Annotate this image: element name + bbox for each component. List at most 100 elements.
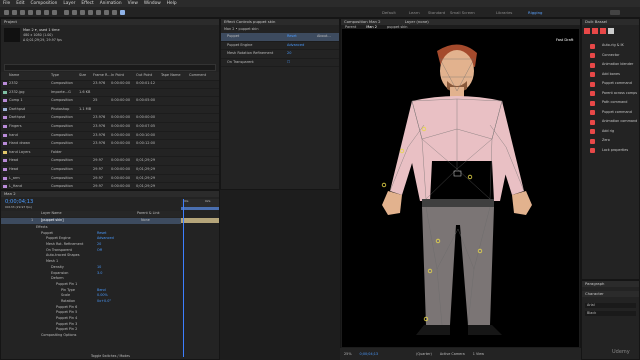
pen-tool-icon[interactable] xyxy=(72,10,77,15)
camera-select[interactable]: Active Camera xyxy=(440,352,465,356)
project-item[interactable]: Hand drawn Composition 23.976 0:00:00:00 0:0… xyxy=(1,140,219,149)
duik-settings-icon[interactable] xyxy=(608,28,614,34)
duik-tool-item[interactable]: Connector xyxy=(582,51,639,61)
label-color-chip[interactable] xyxy=(3,142,7,146)
col-parent[interactable]: Parent & Link xyxy=(137,211,160,217)
project-item[interactable]: L_arm Composition 29.97 0:00:00:00 0;01;29;2… xyxy=(1,175,219,184)
effect-property-value[interactable]: Advanced xyxy=(287,42,304,50)
project-item[interactable]: Darthpsd Composition 23.976 0:00:00:00 0:00:… xyxy=(1,114,219,123)
duik-tool-item[interactable]: Lock properties xyxy=(582,146,639,156)
duik-tool-item[interactable]: Animation blender xyxy=(582,60,639,70)
effect-property-value[interactable]: Reset xyxy=(287,33,297,41)
menu-animation[interactable]: Animation xyxy=(100,1,122,6)
resolution-select[interactable]: (Quarter) xyxy=(416,352,432,356)
menu-help[interactable]: Help xyxy=(167,1,177,6)
font-style-select[interactable]: Black xyxy=(585,311,636,316)
project-item[interactable]: Fingers Composition 23.976 0:00:00:00 0:00:0… xyxy=(1,123,219,132)
workspace-small-screen[interactable]: Small Screen xyxy=(450,10,475,15)
workspace-libraries[interactable]: Libraries xyxy=(496,10,512,15)
pan-behind-tool-icon[interactable] xyxy=(52,10,57,15)
paragraph-tab[interactable]: Paragraph xyxy=(582,281,639,287)
duik-bone-icon[interactable] xyxy=(592,28,598,34)
duik-tool-item[interactable]: Parent across comps xyxy=(582,89,639,99)
puppet-tool-icon[interactable] xyxy=(120,10,125,15)
label-color-chip[interactable] xyxy=(3,116,7,120)
project-item[interactable]: Head Composition 29.97 0:00:00:00 0;01;29;29 xyxy=(1,157,219,166)
effect-about-link[interactable]: About... xyxy=(317,33,331,41)
camera-tool-icon[interactable] xyxy=(44,10,49,15)
workspace-standard[interactable]: Standard xyxy=(428,10,445,15)
timeline-tab[interactable]: Man 2 xyxy=(1,191,219,197)
project-tab[interactable]: Project xyxy=(1,19,219,25)
duik-tool-item[interactable]: Path command xyxy=(582,98,639,108)
project-item[interactable]: L_Hand Composition 29.97 0:00:00:00 0;01;29;… xyxy=(1,183,219,189)
duik-tool-item[interactable]: Add rig xyxy=(582,127,639,137)
layer-duration-bar[interactable] xyxy=(181,218,219,223)
playhead[interactable] xyxy=(183,199,184,357)
label-color-chip[interactable] xyxy=(3,185,7,189)
duik-rig-icon[interactable] xyxy=(584,28,590,34)
menu-window[interactable]: Window xyxy=(144,1,161,6)
label-color-chip[interactable] xyxy=(3,167,7,171)
home-icon[interactable] xyxy=(4,10,9,15)
duik-ik-icon[interactable] xyxy=(600,28,606,34)
duik-tool-item[interactable]: Puppet command xyxy=(582,79,639,89)
project-item[interactable]: 2332.jpg Importe...G 1.6 KB xyxy=(1,89,219,98)
layer-row[interactable]: 1 [puppet skin] None xyxy=(1,218,181,224)
workspace-rigging[interactable]: Rigging xyxy=(528,10,542,15)
col-size[interactable]: Size xyxy=(79,72,86,80)
rotate-tool-icon[interactable] xyxy=(36,10,41,15)
label-color-chip[interactable] xyxy=(3,82,7,85)
effect-property-row[interactable]: Mesh Rotation Refinement 20 xyxy=(221,50,339,59)
workspace-learn[interactable]: Learn xyxy=(409,10,420,15)
type-tool-icon[interactable] xyxy=(80,10,85,15)
selection-tool-icon[interactable] xyxy=(12,10,17,15)
col-tape-name[interactable]: Tape Name xyxy=(161,72,181,80)
comp-canvas[interactable]: Fast Draft xyxy=(342,29,579,347)
project-search-input[interactable] xyxy=(4,64,216,71)
view-layout-select[interactable]: 1 View xyxy=(473,352,484,356)
brush-tool-icon[interactable] xyxy=(88,10,93,15)
label-color-chip[interactable] xyxy=(3,99,7,103)
col-type[interactable]: Type xyxy=(51,72,59,80)
label-color-chip[interactable] xyxy=(3,159,7,163)
workspace-default[interactable]: Default xyxy=(382,10,396,15)
layer-name[interactable]: [puppet skin] xyxy=(41,218,64,224)
roto-tool-icon[interactable] xyxy=(112,10,117,15)
viewer-timecode[interactable]: 0;00;04;13 xyxy=(360,352,379,356)
menu-edit[interactable]: Edit xyxy=(16,1,24,6)
project-item[interactable]: hand Layers Folder xyxy=(1,149,219,158)
hand-tool-icon[interactable] xyxy=(20,10,25,15)
timeline-ruler[interactable]: 00s 02s xyxy=(181,199,219,207)
timeline-footer[interactable]: Toggle Switches / Modes xyxy=(91,354,130,358)
project-item[interactable]: 2332 Composition 23.976 0:00:00:00 0:00:01:1… xyxy=(1,80,219,89)
effect-property-row[interactable]: Puppet Reset About... xyxy=(221,33,339,42)
col-layer-name[interactable]: Layer Name xyxy=(41,211,62,217)
col-in-point[interactable]: In Point xyxy=(111,72,124,80)
work-area-bar[interactable] xyxy=(181,207,219,210)
timeline-property-row[interactable]: Compositing Options xyxy=(1,333,181,339)
shape-tool-icon[interactable] xyxy=(64,10,69,15)
col-frame-rate[interactable]: Frame R... xyxy=(93,72,111,80)
label-color-chip[interactable] xyxy=(3,107,7,111)
effect-property-value[interactable]: 20 xyxy=(287,50,291,58)
label-color-chip[interactable] xyxy=(3,90,7,94)
col-out-point[interactable]: Out Point xyxy=(136,72,152,80)
effect-property-row[interactable]: On Transparent ☐ xyxy=(221,59,339,68)
menu-composition[interactable]: Composition xyxy=(31,1,58,6)
col-comment[interactable]: Comment xyxy=(189,72,206,80)
menu-effect[interactable]: Effect xyxy=(81,1,93,6)
magnification-select[interactable]: 25% xyxy=(344,352,352,356)
project-item[interactable]: Comp 1 Composition 25 0:00:00:00 0:00:05:00 xyxy=(1,97,219,106)
effect-property-row[interactable]: Puppet Engine Advanced xyxy=(221,42,339,51)
duik-tool-item[interactable]: Add bones xyxy=(582,70,639,80)
duik-tool-item[interactable]: Auto-rig & IK xyxy=(582,41,639,51)
duik-tool-item[interactable]: Puppet command xyxy=(582,108,639,118)
duik-tool-item[interactable]: Zero xyxy=(582,136,639,146)
eraser-tool-icon[interactable] xyxy=(104,10,109,15)
project-item[interactable]: hand Composition 23.976 0:00:00:00 0:00:10:0… xyxy=(1,132,219,141)
clone-tool-icon[interactable] xyxy=(96,10,101,15)
label-color-chip[interactable] xyxy=(3,150,7,154)
font-family-select[interactable]: Arial xyxy=(585,303,636,308)
search-help-icon[interactable] xyxy=(610,10,620,15)
